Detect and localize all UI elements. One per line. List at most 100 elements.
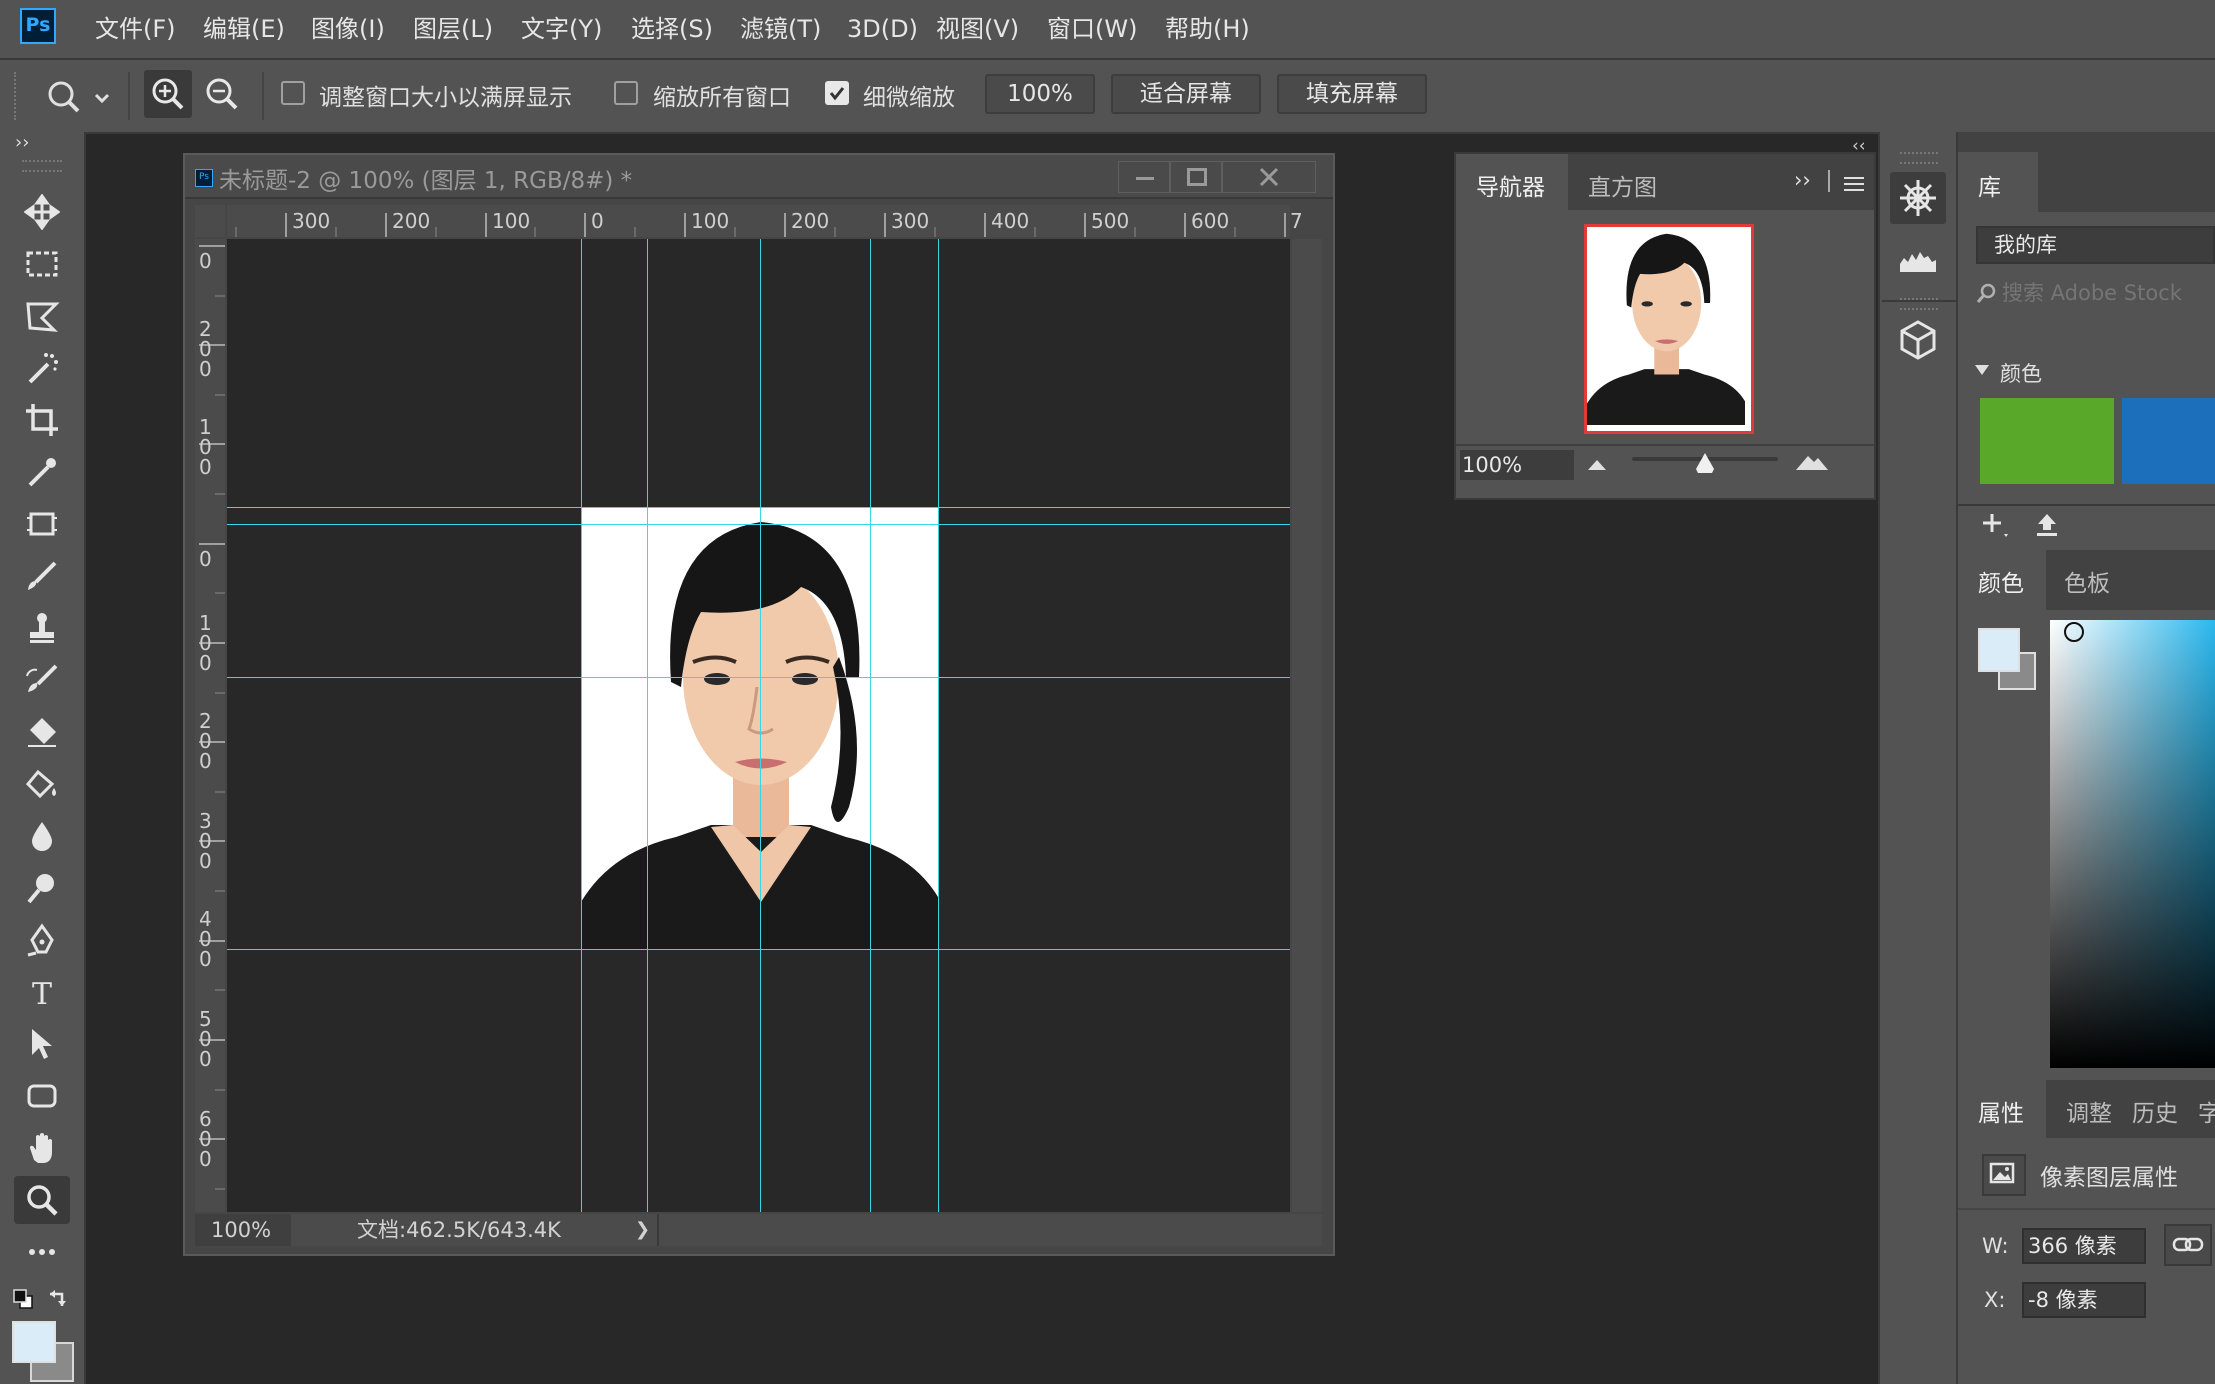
navigator-zoom-slider[interactable] — [1632, 453, 1778, 473]
vertical-ruler[interactable]: 0 200 100 0 100 200 300 400 500 600 — [195, 239, 225, 1212]
guide-line[interactable] — [870, 239, 871, 1212]
width-field[interactable]: 366 像素 — [2022, 1228, 2146, 1264]
menu-file[interactable]: 文件(F) — [95, 0, 176, 58]
menu-window[interactable]: 窗口(W) — [1047, 0, 1137, 58]
eyedropper-tool-icon[interactable] — [14, 448, 70, 496]
library-select[interactable]: 我的库 — [1976, 226, 2215, 264]
guide-line[interactable] — [647, 239, 648, 1212]
frame-tool-icon[interactable] — [14, 500, 70, 548]
eraser-tool-icon[interactable] — [14, 708, 70, 756]
dodge-tool-icon[interactable] — [14, 864, 70, 912]
tab-color[interactable]: 颜色 — [1978, 564, 2024, 598]
clone-stamp-tool-icon[interactable] — [14, 604, 70, 652]
guide-line[interactable] — [938, 239, 939, 1212]
link-dimensions-button[interactable] — [2164, 1224, 2212, 1266]
navigator-zoom-field[interactable]: 100% — [1460, 450, 1574, 480]
color-field[interactable] — [2050, 620, 2215, 1068]
guide-line[interactable] — [227, 524, 1290, 525]
marquee-tool-icon[interactable] — [14, 240, 70, 288]
tab-adjustments[interactable]: 调整 — [2066, 1094, 2112, 1128]
guide-line[interactable] — [581, 239, 582, 1212]
menu-view[interactable]: 视图(V) — [936, 0, 1019, 58]
tab-histogram[interactable]: 直方图 — [1588, 168, 1657, 202]
zoom-out-icon[interactable] — [198, 70, 246, 118]
panel-expand-icon[interactable]: ›› — [1794, 168, 1811, 192]
tab-swatches[interactable]: 色板 — [2064, 564, 2110, 598]
guide-line[interactable] — [227, 949, 1290, 950]
menu-select[interactable]: 选择(S) — [631, 0, 713, 58]
color-panel-foreground-swatch[interactable] — [1978, 628, 2020, 672]
ruler-label: 600 — [199, 1107, 212, 1171]
tab-history[interactable]: 历史 — [2132, 1094, 2178, 1128]
libraries-panel-icon[interactable] — [1890, 172, 1946, 224]
tab-character[interactable]: 字 — [2198, 1094, 2215, 1128]
zoom-in-mountain-icon[interactable] — [1794, 450, 1830, 476]
hand-tool-icon[interactable] — [14, 1124, 70, 1172]
color-picker-handle[interactable] — [2064, 622, 2084, 642]
fill-screen-button[interactable]: 填充屏幕 — [1277, 74, 1427, 114]
tab-properties[interactable]: 属性 — [1978, 1094, 2024, 1128]
menu-edit[interactable]: 编辑(E) — [203, 0, 285, 58]
zoom-tool-icon[interactable] — [14, 1176, 70, 1224]
swap-colors-icon[interactable] — [46, 1286, 70, 1314]
upload-icon[interactable] — [2032, 510, 2062, 544]
resize-windows-checkbox[interactable] — [281, 81, 305, 105]
pen-tool-icon[interactable] — [14, 916, 70, 964]
default-colors-icon[interactable] — [12, 1288, 34, 1314]
crop-tool-icon[interactable] — [14, 396, 70, 444]
status-zoom-field[interactable]: 100% — [195, 1214, 291, 1246]
tab-library[interactable]: 库 — [1978, 168, 2001, 202]
menu-layer[interactable]: 图层(L) — [413, 0, 493, 58]
path-selection-tool-icon[interactable] — [14, 1020, 70, 1068]
menu-type[interactable]: 文字(Y) — [521, 0, 602, 58]
zoom-tool-preset-icon[interactable] — [44, 78, 116, 122]
guide-line[interactable] — [227, 677, 1290, 678]
history-brush-tool-icon[interactable] — [14, 656, 70, 704]
3d-panel-icon[interactable] — [1890, 312, 1946, 368]
menu-filter[interactable]: 滤镜(T) — [740, 0, 821, 58]
type-tool-icon[interactable]: T — [14, 968, 70, 1016]
maximize-button[interactable] — [1170, 161, 1222, 193]
menu-image[interactable]: 图像(I) — [311, 0, 385, 58]
menu-help[interactable]: 帮助(H) — [1165, 0, 1250, 58]
zoom-out-mountain-icon[interactable] — [1586, 456, 1608, 476]
zoom-all-windows-checkbox[interactable] — [614, 81, 638, 105]
rectangle-tool-icon[interactable] — [14, 1072, 70, 1120]
scrubby-zoom-checkbox[interactable] — [825, 81, 849, 105]
width-label: W: — [1982, 1234, 2009, 1258]
tab-navigator[interactable]: 导航器 — [1476, 168, 1545, 202]
zoom-value-field[interactable]: 100% — [985, 74, 1095, 114]
foreground-color-swatch[interactable] — [12, 1321, 56, 1363]
paint-bucket-tool-icon[interactable] — [14, 760, 70, 808]
slider-handle[interactable] — [1694, 451, 1716, 475]
menu-3d[interactable]: 3D(D) — [847, 0, 918, 58]
navigator-preview[interactable] — [1584, 224, 1754, 434]
toolbox-collapse-button[interactable]: ›› — [15, 132, 29, 153]
vertical-scrollbar[interactable] — [1292, 239, 1322, 1212]
brush-tool-icon[interactable] — [14, 552, 70, 600]
disclosure-triangle-icon[interactable] — [1974, 362, 1990, 381]
document-title-bar[interactable]: Ps 未标题-2 @ 100% (图层 1, RGB/8#) * — [185, 155, 1333, 199]
blur-tool-icon[interactable] — [14, 812, 70, 860]
move-tool-icon[interactable] — [14, 188, 70, 236]
fit-screen-button[interactable]: 适合屏幕 — [1111, 74, 1261, 114]
close-button[interactable] — [1222, 161, 1316, 193]
status-menu-arrow[interactable]: ❯ — [635, 1214, 650, 1246]
magic-wand-tool-icon[interactable] — [14, 344, 70, 392]
library-color-swatch[interactable] — [2122, 398, 2215, 484]
lasso-tool-icon[interactable] — [14, 292, 70, 340]
histogram-panel-icon[interactable] — [1890, 232, 1946, 284]
guide-line[interactable] — [227, 507, 1290, 508]
library-color-swatch[interactable] — [1980, 398, 2114, 484]
x-position-field[interactable]: -8 像素 — [2022, 1282, 2146, 1318]
guide-line[interactable] — [760, 239, 761, 1212]
horizontal-ruler[interactable]: 300 200 100 0 100 200 300 400 500 600 7 — [227, 205, 1303, 237]
ruler-origin[interactable] — [195, 205, 225, 237]
zoom-in-icon[interactable] — [144, 70, 192, 118]
panel-menu-icon[interactable] — [1844, 176, 1864, 196]
add-icon[interactable] — [1980, 510, 2010, 544]
canvas-area[interactable] — [227, 239, 1290, 1212]
stock-search-input[interactable] — [2002, 276, 2215, 310]
more-tools-icon[interactable] — [14, 1228, 70, 1276]
minimize-button[interactable] — [1118, 161, 1170, 193]
